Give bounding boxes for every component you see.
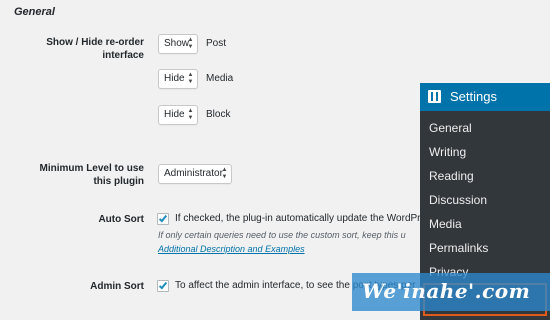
auto-sort-description: If only certain queries need to use the … xyxy=(158,230,406,240)
checkmark-icon xyxy=(158,280,168,290)
admin-sort-label: Admin Sort xyxy=(90,281,144,292)
reorder-post-select[interactable]: Show ▲ ▼ xyxy=(158,34,198,54)
watermark-text: We'inahe'.com xyxy=(362,279,531,303)
reorder-block-select[interactable]: Hide ▲ ▼ xyxy=(158,105,198,125)
reorder-post-value: Show xyxy=(164,38,190,49)
min-level-label: Minimum Level to use this plugin xyxy=(39,163,144,187)
menu-item-permalinks[interactable]: Permalinks xyxy=(420,236,550,260)
auto-sort-label: Auto Sort xyxy=(98,214,144,225)
reorder-block-label: Block xyxy=(206,109,231,120)
settings-sliders-icon xyxy=(428,90,441,103)
menu-item-media[interactable]: Media xyxy=(420,212,550,236)
min-level-select[interactable]: Administrator ▲ ▼ xyxy=(158,164,232,184)
reorder-label: Show / Hide re-order interface xyxy=(46,37,144,61)
settings-menu-title: Settings xyxy=(450,89,497,104)
select-arrows-icon: ▲ ▼ xyxy=(221,167,228,180)
menu-item-discussion[interactable]: Discussion xyxy=(420,188,550,212)
menu-item-writing[interactable]: Writing xyxy=(420,140,550,164)
settings-menu-header[interactable]: Settings xyxy=(420,83,550,111)
watermark: We'inahe'.com xyxy=(352,273,550,311)
section-title: General xyxy=(14,6,55,18)
select-arrows-icon: ▲ ▼ xyxy=(187,37,194,50)
select-arrows-icon: ▲ ▼ xyxy=(187,108,194,121)
additional-description-link[interactable]: Additional Description and Examples xyxy=(158,244,305,254)
reorder-block-value: Hide xyxy=(164,109,185,120)
reorder-post-label: Post xyxy=(206,38,227,49)
reorder-media-select[interactable]: Hide ▲ ▼ xyxy=(158,69,198,89)
select-arrows-icon: ▲ ▼ xyxy=(187,72,194,85)
min-level-value: Administrator xyxy=(164,168,223,179)
reorder-media-value: Hide xyxy=(164,73,185,84)
menu-item-general[interactable]: General xyxy=(420,116,550,140)
auto-sort-checkbox[interactable] xyxy=(157,213,169,225)
auto-sort-text: If checked, the plug-in automatically up… xyxy=(175,213,437,224)
menu-item-reading[interactable]: Reading xyxy=(420,164,550,188)
reorder-media-label: Media xyxy=(206,73,234,84)
admin-sort-checkbox[interactable] xyxy=(157,280,169,292)
checkmark-icon xyxy=(158,213,168,223)
